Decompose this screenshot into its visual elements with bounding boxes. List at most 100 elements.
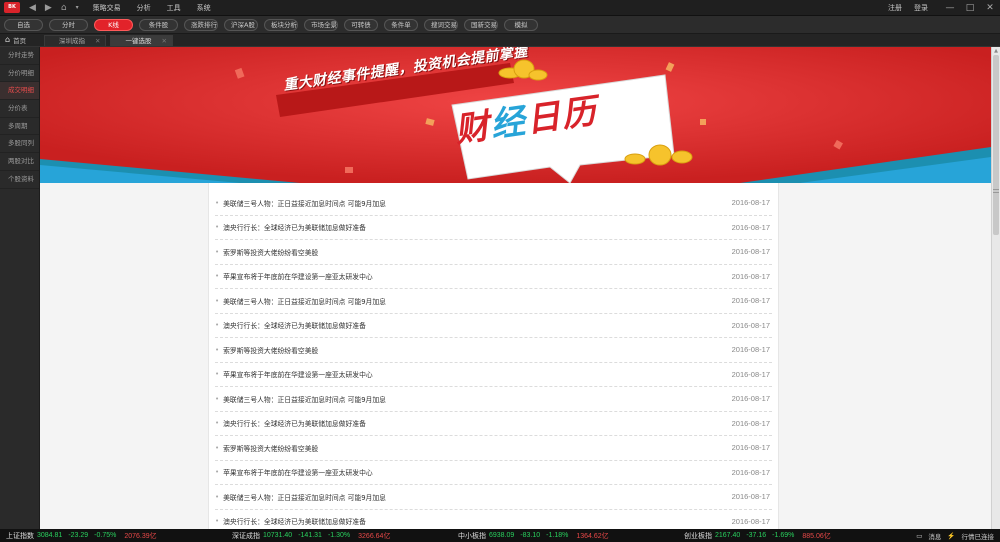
news-title[interactable]: 索罗斯等投资大佬纷纷看空美股 [223, 247, 731, 257]
news-date: 2016-08-17 [731, 516, 770, 526]
nav-pill-convertible-bond[interactable]: 可转债 [344, 18, 378, 31]
maximize-icon[interactable]: □ [960, 3, 980, 13]
scroll-thumb[interactable] [993, 55, 999, 235]
main-panel: 重大财经事件提醒，投资机会提前掌握 财经日历 • 美联储三号人物：正日益接近加息时… [40, 47, 991, 529]
index-shanghai[interactable]: 上证指数 3084.81 -23.29 -0.75% 2076.39亿 [6, 531, 232, 541]
tab-home[interactable]: ⌂ 首页 [0, 33, 40, 46]
menu-strategy-trade[interactable]: 策略交易 [93, 0, 121, 16]
message-icon[interactable]: ▭ [916, 532, 922, 540]
news-item[interactable]: • 美联储三号人物：正日益接近加息时间点 可能9月加息 2016-08-17 [215, 191, 772, 216]
nav-pill-simulation[interactable]: 模拟 [504, 18, 538, 31]
news-item[interactable]: • 苹果宣布将于年底前在华建设第一座亚太研发中心 2016-08-17 [215, 461, 772, 485]
nav-pill-keyword-trade[interactable]: 搜词交易 [424, 18, 458, 31]
nav-pill-a-shares[interactable]: 沪深A股 [224, 18, 258, 31]
index-chinext[interactable]: 创业板指 2167.40 -37.16 -1.69% 885.06亿 [684, 531, 864, 541]
sidebar-item-trade-detail[interactable]: 成交明细 [0, 82, 39, 101]
tab-one-click-screener[interactable]: 一键选股 ✕ [110, 35, 173, 47]
news-title[interactable]: 澳央行行长：全球经济已为美联储加息做好准备 [223, 516, 731, 526]
news-title[interactable]: 苹果宣布将于年底前在华建设第一座亚太研发中心 [223, 271, 731, 281]
news-title[interactable]: 美联储三号人物：正日益接近加息时间点 可能9月加息 [223, 394, 731, 404]
news-title[interactable]: 苹果宣布将于年底前在华建设第一座亚太研发中心 [223, 369, 731, 379]
sidebar-item-multi-period[interactable]: 多周期 [0, 118, 39, 136]
news-title[interactable]: 美联储三号人物：正日益接近加息时间点 可能9月加息 [223, 296, 731, 306]
sidebar-item-stock-profile[interactable]: 个股资料 [0, 171, 39, 189]
news-title[interactable]: 美联储三号人物：正日益接近加息时间点 可能9月加息 [223, 492, 731, 502]
news-date: 2016-08-17 [731, 320, 770, 330]
index-value: 10731.40 [263, 532, 293, 539]
news-list: • 美联储三号人物：正日益接近加息时间点 可能9月加息 2016-08-17 • 澳央… [208, 183, 779, 529]
index-name: 深证成指 [232, 531, 260, 540]
nav-pill-sector-analysis[interactable]: 板块分析 [264, 18, 298, 31]
scroll-grip-icon [993, 189, 999, 193]
nav-pill-kline[interactable]: K线 [94, 18, 133, 31]
news-item[interactable]: • 美联储三号人物：正日益接近加息时间点 可能9月加息 2016-08-17 [215, 485, 772, 510]
home-icon: ⌂ [5, 35, 11, 44]
sidebar-item-compare[interactable]: 两股对比 [0, 153, 39, 171]
news-title[interactable]: 苹果宣布将于年底前在华建设第一座亚太研发中心 [223, 467, 731, 477]
sidebar-item-price-detail[interactable]: 分价明细 [0, 65, 39, 83]
bullet-icon: • [215, 296, 220, 305]
tab-close-icon[interactable]: ✕ [161, 36, 166, 47]
news-item[interactable]: • 苹果宣布将于年底前在华建设第一座亚太研发中心 2016-08-17 [215, 265, 772, 289]
menu-analysis[interactable]: 分析 [137, 0, 151, 16]
news-item[interactable]: • 苹果宣布将于年底前在华建设第一座亚太研发中心 2016-08-17 [215, 363, 772, 387]
tab-shenzhen-index[interactable]: 深圳成指 ✕ [44, 35, 107, 47]
nav-pill-condition-stock[interactable]: 条件股 [139, 18, 178, 31]
index-amount: 1364.62亿 [576, 532, 609, 540]
forward-arrow-icon[interactable]: ▶ [45, 0, 52, 16]
news-item[interactable]: • 澳央行行长：全球经济已为美联储加息做好准备 2016-08-17 [215, 216, 772, 240]
minimize-icon[interactable]: — [940, 3, 960, 13]
menu-tools[interactable]: 工具 [167, 0, 181, 16]
banner-title-part2: 经 [488, 101, 530, 146]
index-sme-board[interactable]: 中小板指 6938.09 -83.10 -1.18% 1364.62亿 [458, 531, 684, 541]
sidebar-item-price-table[interactable]: 分价表 [0, 100, 39, 118]
news-item[interactable]: • 美联储三号人物：正日益接近加息时间点 可能9月加息 2016-08-17 [215, 387, 772, 412]
message-label[interactable]: 消息 [928, 531, 941, 541]
register-link[interactable]: 注册 [888, 3, 902, 13]
news-item[interactable]: • 澳央行行长：全球经济已为美联储加息做好准备 2016-08-17 [215, 510, 772, 530]
nav-pill-guoxin-trade[interactable]: 国新交易 [464, 18, 498, 31]
left-sidebar: 分时走势 分价明细 成交明细 分价表 多周期 多股同列 两股对比 个股资料 [0, 47, 40, 529]
bullet-icon: • [215, 443, 220, 452]
index-percent: -1.69% [772, 532, 795, 539]
nav-pill-market-overview[interactable]: 市场全景 [304, 18, 338, 31]
bullet-icon: • [215, 223, 220, 232]
news-item[interactable]: • 索罗斯等投资大佬纷纷看空美股 2016-08-17 [215, 338, 772, 363]
scroll-up-icon[interactable]: ▲ [992, 47, 1000, 55]
sidebar-item-intraday-trend[interactable]: 分时走势 [0, 47, 39, 65]
index-percent: -0.75% [94, 532, 117, 539]
news-title[interactable]: 索罗斯等投资大佬纷纷看空美股 [223, 443, 731, 453]
index-value: 3084.81 [37, 532, 63, 539]
status-right: ▭ 消息 ⚡ 行情已连接 [916, 531, 1000, 541]
back-arrow-icon[interactable]: ◀ [29, 0, 36, 16]
news-item[interactable]: • 美联储三号人物：正日益接近加息时间点 可能9月加息 2016-08-17 [215, 289, 772, 314]
bullet-icon: • [215, 345, 220, 354]
menu-system[interactable]: 系统 [197, 0, 211, 16]
login-link[interactable]: 登录 [914, 3, 928, 13]
news-title[interactable]: 澳央行行长：全球经济已为美联储加息做好准备 [223, 418, 731, 428]
news-title[interactable]: 索罗斯等投资大佬纷纷看空美股 [223, 345, 731, 355]
news-item[interactable]: • 索罗斯等投资大佬纷纷看空美股 2016-08-17 [215, 240, 772, 265]
news-title[interactable]: 美联储三号人物：正日益接近加息时间点 可能9月加息 [223, 198, 731, 208]
dropdown-chevron-icon[interactable]: ▾ [76, 0, 79, 16]
index-change: -141.31 [298, 532, 322, 539]
news-title[interactable]: 澳央行行长：全球经济已为美联储加息做好准备 [223, 222, 731, 232]
vertical-scrollbar[interactable]: ▲ [991, 47, 1000, 529]
nav-pill-ranking[interactable]: 涨跌排行 [184, 18, 218, 31]
index-shenzhen[interactable]: 深证成指 10731.40 -141.31 -1.30% 3266.64亿 [232, 531, 458, 541]
bullet-icon: • [215, 272, 220, 281]
sidebar-item-multi-stock[interactable]: 多股同列 [0, 135, 39, 154]
close-icon[interactable]: ✕ [980, 3, 1000, 13]
banner-title-part1: 财 [452, 106, 494, 151]
nav-pill-condition-order[interactable]: 条件单 [384, 18, 418, 31]
home-icon[interactable]: ⌂ [61, 0, 67, 16]
news-title[interactable]: 澳央行行长：全球经济已为美联储加息做好准备 [223, 320, 731, 330]
nav-pill-intraday[interactable]: 分时 [49, 18, 88, 31]
nav-pill-watchlist[interactable]: 自选 [4, 18, 43, 31]
tab-close-icon[interactable]: ✕ [95, 36, 100, 47]
bullet-icon: • [215, 468, 220, 477]
news-item[interactable]: • 索罗斯等投资大佬纷纷看空美股 2016-08-17 [215, 436, 772, 461]
news-item[interactable]: • 澳央行行长：全球经济已为美联储加息做好准备 2016-08-17 [215, 412, 772, 436]
index-amount: 2076.39亿 [124, 532, 157, 540]
news-item[interactable]: • 澳央行行长：全球经济已为美联储加息做好准备 2016-08-17 [215, 314, 772, 338]
